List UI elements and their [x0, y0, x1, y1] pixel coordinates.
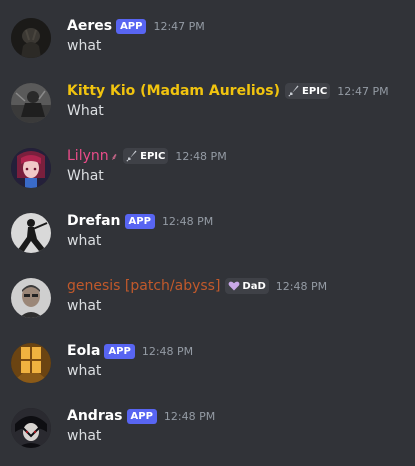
anime-character-avatar-icon: [11, 148, 51, 188]
heart-icon: [228, 280, 240, 292]
avatar-lilynn[interactable]: [11, 148, 51, 188]
timestamp[interactable]: 12:48 PM: [164, 410, 215, 423]
username[interactable]: Eola: [67, 341, 100, 361]
username-suffix: ⸙: [110, 152, 119, 163]
username[interactable]: Drefan: [67, 211, 121, 231]
guild-tag: EPIC: [123, 148, 169, 164]
message: Lilynn ⸙ EPIC 12:48 PM What: [0, 146, 415, 206]
message-content: What: [67, 168, 104, 184]
message-content: what: [67, 363, 102, 379]
app-tag: APP: [116, 18, 147, 34]
message-list: Aeres APP 12:47 PM what Kitty Kio (Madam…: [0, 0, 415, 456]
username[interactable]: Andras: [67, 406, 123, 426]
timestamp[interactable]: 12:48 PM: [175, 150, 226, 163]
message-content: what: [67, 233, 102, 249]
guild-tag-label: EPIC: [140, 150, 166, 162]
guild-tag-label: EPIC: [302, 85, 328, 97]
username[interactable]: Aeres: [67, 16, 112, 36]
username[interactable]: Lilynn: [67, 146, 109, 166]
gray-figure-avatar-icon: [11, 83, 51, 123]
message: Kitty Kio (Madam Aurelios) EPIC 12:47 PM…: [0, 81, 415, 141]
username[interactable]: genesis [patch/abyss]: [67, 276, 220, 296]
message-content: what: [67, 428, 102, 444]
avatar-aeres[interactable]: [11, 18, 51, 58]
app-tag: APP: [104, 343, 135, 359]
username[interactable]: Kitty Kio (Madam Aurelios): [67, 81, 280, 101]
silhouette-avatar-icon: [11, 213, 51, 253]
sword-icon: [126, 150, 138, 162]
app-tag: APP: [126, 408, 157, 424]
avatar-andras[interactable]: [11, 408, 51, 448]
message-content: What: [67, 103, 104, 119]
timestamp[interactable]: 12:47 PM: [337, 85, 388, 98]
message: Eola APP 12:48 PM what: [0, 341, 415, 401]
person-avatar-icon: [11, 278, 51, 318]
timestamp[interactable]: 12:48 PM: [276, 280, 327, 293]
timestamp[interactable]: 12:47 PM: [153, 20, 204, 33]
message: Andras APP 12:48 PM what: [0, 406, 415, 466]
avatar-eola[interactable]: [11, 343, 51, 383]
message: Drefan APP 12:48 PM what: [0, 211, 415, 271]
guild-tag: DaD: [225, 278, 269, 294]
guild-tag-label: DaD: [242, 280, 266, 292]
guild-tag: EPIC: [285, 83, 331, 99]
message-content: what: [67, 38, 102, 54]
avatar-genesis[interactable]: [11, 278, 51, 318]
avatar-drefan[interactable]: [11, 213, 51, 253]
timestamp[interactable]: 12:48 PM: [142, 345, 193, 358]
app-tag: APP: [124, 213, 155, 229]
window-light-avatar-icon: [11, 343, 51, 383]
dark-figure-avatar-icon: [11, 18, 51, 58]
message: Aeres APP 12:47 PM what: [0, 16, 415, 76]
sword-icon: [288, 85, 300, 97]
timestamp[interactable]: 12:48 PM: [162, 215, 213, 228]
avatar-kitty-kio[interactable]: [11, 83, 51, 123]
message: genesis [patch/abyss] DaD 12:48 PM what: [0, 276, 415, 336]
message-content: what: [67, 298, 102, 314]
dark-anime-avatar-icon: [11, 408, 51, 448]
